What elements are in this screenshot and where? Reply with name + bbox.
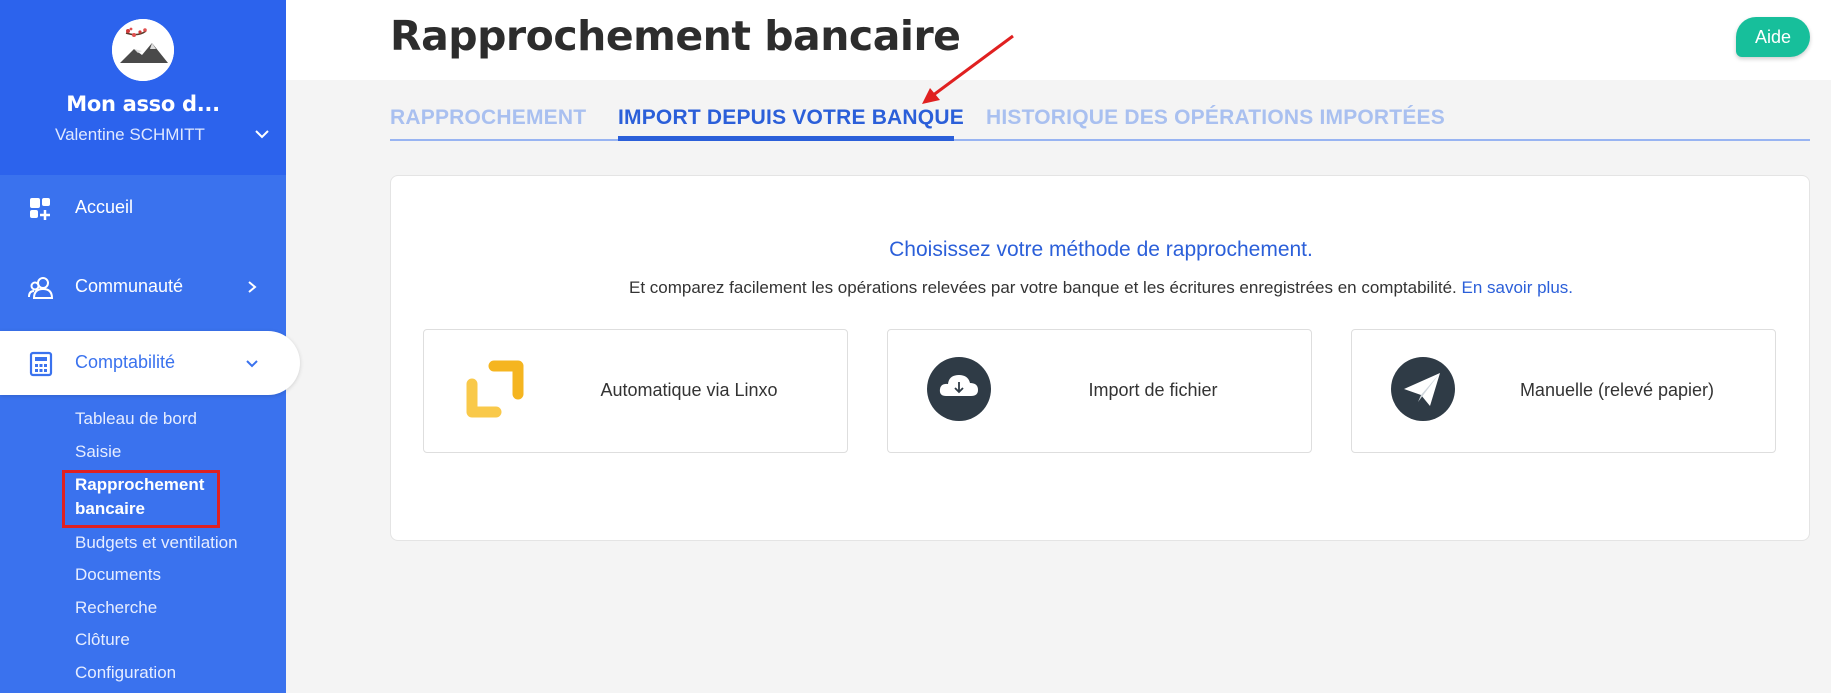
- page-title: Rapprochement bancaire: [390, 12, 961, 60]
- cloud-download-icon: [927, 357, 991, 421]
- annotation-arrow-icon: [922, 34, 1014, 104]
- dashboard-icon: [30, 198, 50, 220]
- card-title: Choisissez votre méthode de rapprochemen…: [889, 238, 1313, 261]
- active-tab-indicator: [618, 136, 954, 141]
- method-file-import[interactable]: Import de fichier: [887, 329, 1312, 453]
- subnav-entry[interactable]: Saisie: [75, 442, 121, 462]
- subnav-configuration[interactable]: Configuration: [75, 663, 176, 683]
- chevron-down-icon[interactable]: [254, 126, 270, 142]
- subnav-dashboard[interactable]: Tableau de bord: [75, 409, 197, 429]
- nav-item-community[interactable]: Communauté: [0, 255, 286, 319]
- avatar[interactable]: [112, 19, 174, 81]
- chevron-right-icon: [248, 281, 257, 293]
- method-manual-label: Manuelle (relevé papier): [1519, 380, 1715, 400]
- nav-label-home: Accueil: [75, 197, 134, 217]
- subnav-search[interactable]: Recherche: [75, 598, 157, 618]
- org-name: Mon asso d...: [66, 92, 220, 116]
- method-linxo[interactable]: Automatique via Linxo: [423, 329, 848, 453]
- tab-reconciliation[interactable]: RAPPROCHEMENT: [390, 106, 586, 130]
- subnav-budgets[interactable]: Budgets et ventilation: [75, 533, 238, 553]
- header: Rapprochement bancaire: [286, 0, 1831, 80]
- linxo-icon: [466, 360, 524, 418]
- learn-more-link[interactable]: En savoir plus.: [1462, 278, 1574, 297]
- users-icon: [28, 277, 54, 299]
- help-button[interactable]: Aide: [1736, 17, 1810, 57]
- user-name[interactable]: Valentine SCHMITT: [55, 125, 205, 145]
- paper-plane-icon: [1391, 357, 1455, 421]
- method-manual[interactable]: Manuelle (relevé papier): [1351, 329, 1776, 453]
- sidebar: Mon asso d... Valentine SCHMITT Accueil …: [0, 0, 300, 693]
- annotation-highlight-box: [62, 470, 220, 528]
- subnav-closing[interactable]: Clôture: [75, 630, 130, 650]
- card-subtitle: Et comparez facilement les opérations re…: [391, 278, 1811, 298]
- tab-import-history[interactable]: HISTORIQUE DES OPÉRATIONS IMPORTÉES: [986, 106, 1445, 130]
- tabs-baseline: [390, 139, 1810, 141]
- card-subtitle-text: Et comparez facilement les opérations re…: [629, 278, 1457, 297]
- subnav-documents[interactable]: Documents: [75, 565, 161, 585]
- nav-label-accounting: Comptabilité: [75, 352, 176, 372]
- method-file-import-label: Import de fichier: [1088, 380, 1218, 400]
- reconciliation-method-card: Choisissez votre méthode de rapprochemen…: [390, 175, 1810, 541]
- calculator-icon: [29, 351, 53, 377]
- method-linxo-label: Automatique via Linxo: [600, 380, 778, 400]
- chevron-down-icon: [246, 360, 258, 368]
- nav-item-accounting[interactable]: Comptabilité: [0, 331, 300, 395]
- sidebar-profile: Mon asso d... Valentine SCHMITT: [0, 0, 286, 175]
- nav-item-home[interactable]: Accueil: [0, 176, 286, 240]
- nav-label-community: Communauté: [75, 276, 184, 296]
